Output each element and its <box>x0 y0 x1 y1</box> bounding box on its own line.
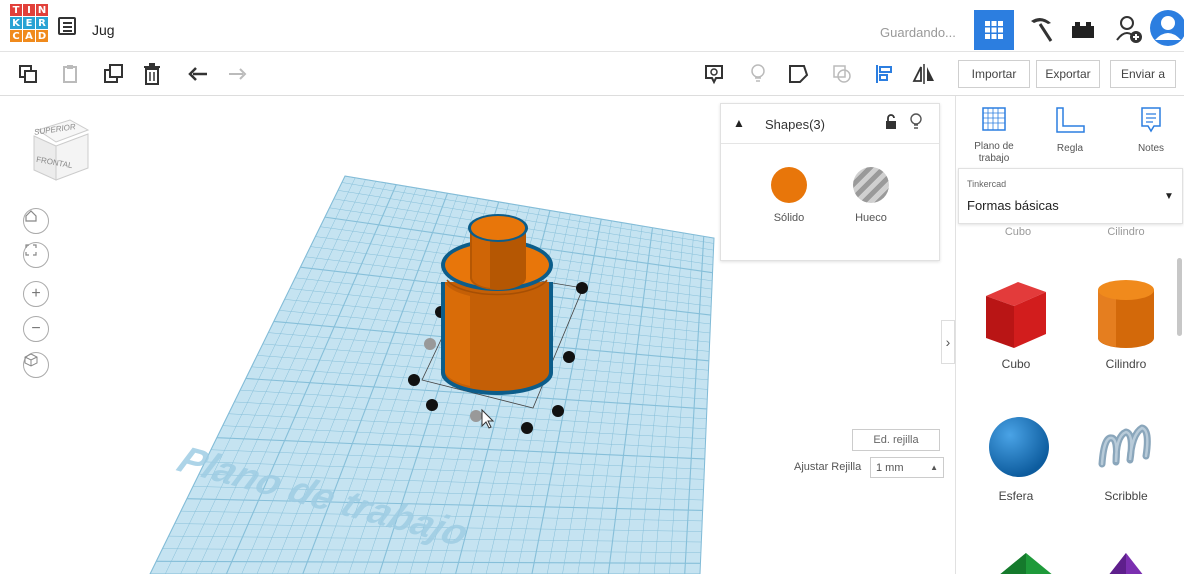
edit-toolbar: Importar Exportar Enviar a <box>0 52 1184 96</box>
handle <box>424 338 436 350</box>
home-view-icon[interactable] <box>23 208 49 234</box>
shape-tile-cube[interactable] <box>976 276 1056 366</box>
handle <box>470 410 482 422</box>
avatar-icon[interactable] <box>1148 8 1184 48</box>
shape-inspector: ▲ Shapes(3) Sólido Hueco <box>720 103 940 261</box>
shape-tile-pyramid[interactable] <box>996 551 1056 574</box>
library-dropdown[interactable]: Tinkercad Formas básicas ▼ <box>958 168 1183 224</box>
shape-tile-sphere[interactable] <box>986 414 1056 484</box>
fit-view-icon[interactable] <box>23 242 49 268</box>
workplane-tool-label: Plano de trabajo <box>974 141 1014 164</box>
notes-tool[interactable]: Notes <box>1121 106 1181 155</box>
handle <box>552 405 564 417</box>
inspector-header: ▲ Shapes(3) <box>721 104 939 144</box>
library-scrollbar[interactable] <box>1177 258 1182 336</box>
shape-label-cube: Cubo <box>1001 357 1031 371</box>
add-user-icon[interactable] <box>1114 14 1144 44</box>
ruler-tool-label: Regla <box>1056 143 1084 154</box>
chevron-down-icon: ▼ <box>1164 191 1174 202</box>
collapse-caret-icon[interactable]: ▲ <box>733 116 745 130</box>
snap-grid-select[interactable]: 1 mm ▲ <box>870 457 944 478</box>
shape-tile-scribble[interactable] <box>1094 416 1164 486</box>
logo-letter: R <box>36 17 48 29</box>
solid-label[interactable]: Sólido <box>754 212 824 224</box>
snap-grid-value: 1 mm <box>876 461 904 474</box>
library-name: Formas básicas <box>967 198 1059 213</box>
cut-shape-label: Cilindro <box>1107 226 1145 238</box>
design-title[interactable]: Jug <box>92 22 115 38</box>
duplicate-icon[interactable] <box>102 62 126 86</box>
hole-swatch[interactable] <box>853 167 889 203</box>
ruler-icon <box>1056 107 1085 133</box>
undo-icon[interactable] <box>186 62 210 86</box>
logo-letter: N <box>36 4 48 16</box>
visibility-bulb-icon[interactable] <box>909 113 923 136</box>
zoom-out-icon[interactable]: − <box>23 316 49 342</box>
right-panel: Plano de trabajo Regla Notes Cubo Cilind… <box>955 96 1184 574</box>
lock-icon[interactable] <box>885 114 897 135</box>
paste-icon[interactable] <box>58 62 82 86</box>
library-source: Tinkercad <box>967 179 1007 189</box>
workplane-icon <box>982 107 1006 131</box>
cut-shape-label: Cubo <box>1004 226 1032 238</box>
logo-letter: A <box>23 30 35 42</box>
save-status: Guardando... <box>880 25 956 40</box>
logo-letter: K <box>10 17 22 29</box>
logo-letter: C <box>10 30 22 42</box>
handle <box>408 374 420 386</box>
hole-label[interactable]: Hueco <box>836 212 906 224</box>
shape-outline-icon[interactable] <box>786 62 810 86</box>
workplane-tool[interactable]: Plano de trabajo <box>964 106 1024 165</box>
send-to-button[interactable]: Enviar a <box>1110 60 1176 88</box>
shape-tile-cylinder[interactable] <box>1086 276 1166 366</box>
handle <box>426 399 438 411</box>
logo-letter: I <box>23 4 35 16</box>
align-icon[interactable] <box>872 62 896 86</box>
handle <box>576 282 588 294</box>
top-bar: TIN KER CAD Jug Guardando... <box>0 0 1184 52</box>
notes-tool-label: Notes <box>1137 143 1165 154</box>
grid-view-icon[interactable] <box>974 10 1014 50</box>
shape-label-sphere: Esfera <box>998 489 1034 503</box>
caret-up-icon: ▲ <box>930 463 938 472</box>
bricks-icon[interactable] <box>1068 14 1098 44</box>
zoom-in-icon[interactable]: + <box>23 281 49 307</box>
perspective-icon[interactable] <box>23 352 49 378</box>
snap-grid-label: Ajustar Rejilla <box>794 461 862 473</box>
logo-letter: E <box>23 17 35 29</box>
inspector-title: Shapes(3) <box>765 117 825 132</box>
logo-letter: T <box>10 4 22 16</box>
shape-label-scribble: Scribble <box>1104 489 1148 503</box>
solid-swatch[interactable] <box>771 167 807 203</box>
import-button[interactable]: Importar <box>958 60 1030 88</box>
delete-icon[interactable] <box>140 62 164 86</box>
shape-label-cylinder: Cilindro <box>1105 357 1147 371</box>
pickaxe-icon[interactable] <box>1026 14 1056 44</box>
logo-letter: D <box>36 30 48 42</box>
handle <box>563 351 575 363</box>
ruler-tool[interactable]: Regla <box>1040 106 1100 155</box>
edit-grid-button[interactable]: Ed. rejilla <box>852 429 940 451</box>
list-icon[interactable] <box>58 17 76 35</box>
mirror-icon[interactable] <box>912 62 936 86</box>
copy-icon[interactable] <box>16 62 40 86</box>
group-icon[interactable] <box>830 62 854 86</box>
shape-tile-cone[interactable] <box>1106 551 1146 574</box>
handle <box>521 422 533 434</box>
export-button[interactable]: Exportar <box>1036 60 1100 88</box>
light-icon[interactable] <box>746 62 770 86</box>
view-cube[interactable]: SUPERIOR FRONTAL <box>30 118 90 184</box>
redo-icon[interactable] <box>226 62 250 86</box>
notes-icon <box>1141 107 1161 133</box>
panel-toggle-chevron-icon[interactable]: › <box>941 320 955 364</box>
tinkercad-logo[interactable]: TIN KER CAD <box>10 4 50 44</box>
notes-bubble-icon[interactable] <box>702 62 726 86</box>
